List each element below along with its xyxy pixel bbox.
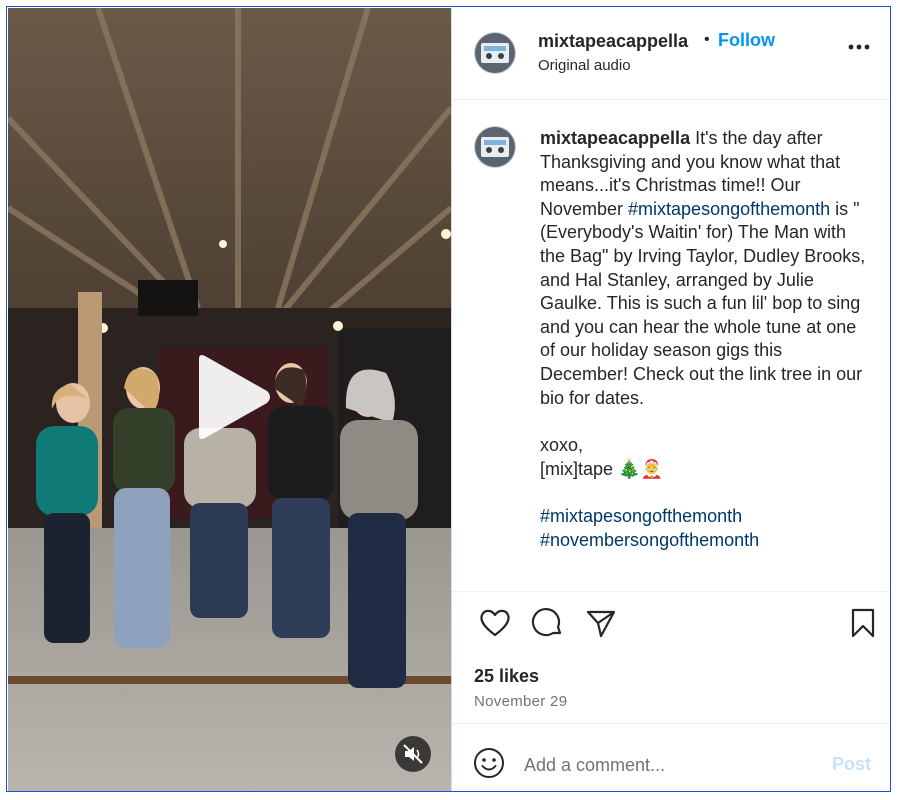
post-button[interactable]: Post [832,754,871,775]
caption-signoff: xoxo, [540,435,584,456]
smiley-icon [474,748,504,778]
bookmark-icon [851,608,875,638]
cassette-logo-icon [475,127,515,167]
follow-button[interactable]: Follow [718,30,775,51]
like-button[interactable] [478,606,512,640]
comment-button[interactable] [531,606,565,640]
caption-username[interactable]: mixtapeacappella [540,128,690,148]
caption-text: mixtapeacappella It's the day after Than… [540,127,870,553]
play-icon [199,355,270,439]
hashtag-link[interactable]: #novembersongofthemonth [540,530,759,550]
header-username[interactable]: mixtapeacappella [538,31,688,52]
post-date[interactable]: November 29 [474,693,567,710]
post-details-panel: mixtapeacappella • Follow Original audio [451,7,890,791]
more-horizontal-icon [848,44,870,50]
video-player[interactable] [8,8,451,791]
more-options-button[interactable] [844,37,874,57]
play-button[interactable] [193,353,273,441]
post-modal: mixtapeacappella • Follow Original audio [6,6,891,792]
post-header: mixtapeacappella • Follow Original audio [452,7,890,100]
hashtag-line: #novembersongofthemonth [540,529,870,553]
hashtag-link[interactable]: #mixtapesongofthemonth [540,506,742,526]
mute-button[interactable] [395,736,431,772]
share-button[interactable] [584,606,618,640]
likes-count[interactable]: 25 likes [474,666,539,687]
caption-scroll-area[interactable]: mixtapeacappella It's the day after Than… [452,100,890,590]
avatar[interactable] [474,32,516,74]
caption-text-part-2: is "(Everybody's Waitin' for) The Man wi… [540,198,866,408]
emoji-button[interactable] [472,746,506,780]
action-bar: 25 likes November 29 [452,591,890,718]
caption-avatar[interactable] [474,126,516,168]
comment-bar: Post [452,723,890,791]
comment-input[interactable] [524,752,814,778]
muted-speaker-icon [403,744,423,764]
cassette-logo-icon [475,33,515,73]
heart-icon [480,609,510,637]
audio-subtitle[interactable]: Original audio [538,57,631,74]
hashtag-link: #mixtapesongofthemonth [540,505,870,529]
comment-icon [531,608,562,637]
caption-body: mixtapeacappella It's the day after Than… [540,127,870,410]
caption-signature: [mix]tape 🎄🤶 [540,458,663,479]
separator-dot: • [704,31,710,48]
save-button[interactable] [846,606,880,640]
hashtag-link[interactable]: #mixtapesongofthemonth [628,199,830,219]
share-icon [586,610,616,638]
